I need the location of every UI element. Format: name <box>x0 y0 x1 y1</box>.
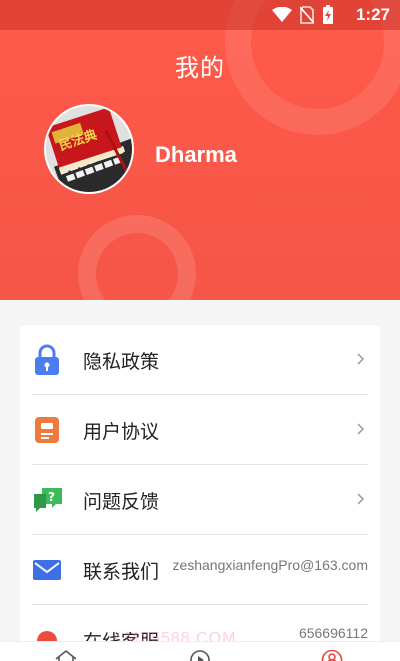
no-sim-icon <box>300 6 314 24</box>
page-title: 我的 <box>175 54 225 82</box>
play-icon[interactable] <box>188 648 212 661</box>
avatar[interactable]: 民法典 <box>44 104 134 194</box>
service-qq-number: 656696112 <box>298 625 368 641</box>
lock-icon <box>35 344 59 375</box>
menu-item-label: 隐私政策 <box>83 351 160 373</box>
menu-item-label: 问题反馈 <box>83 491 160 513</box>
wifi-icon <box>272 7 292 22</box>
menu-item-label: 用户协议 <box>83 421 160 443</box>
battery-charging-icon <box>323 5 333 24</box>
status-bar: 1:27 <box>0 0 400 30</box>
bottom-nav <box>0 641 400 661</box>
mail-icon <box>33 560 61 580</box>
svg-text:?: ? <box>48 490 55 504</box>
menu-item-user-agreement[interactable]: 用户协议 <box>32 395 368 465</box>
chevron-right-icon <box>357 493 365 505</box>
username: Dharma <box>155 142 237 167</box>
menu-card: 隐私政策 用户协议 ? 问题反馈 联系我们 zeshangxianfengPro… <box>20 325 380 661</box>
feedback-chat-icon: ? <box>34 488 62 512</box>
menu-item-contact-us[interactable]: 联系我们 zeshangxianfengPro@163.com <box>32 535 368 605</box>
profile-icon[interactable] <box>320 648 344 661</box>
menu-item-label: 联系我们 <box>83 561 160 583</box>
avatar-image: 民法典 <box>46 106 132 192</box>
chevron-right-icon <box>357 423 365 435</box>
status-time: 1:27 <box>355 5 390 24</box>
chevron-right-icon <box>357 353 365 365</box>
profile-header: 1:27 我的 民法典 Dharma <box>0 0 400 300</box>
contact-email: zeshangxianfengPro@163.com <box>172 557 368 573</box>
document-icon <box>35 417 59 443</box>
decorative-ring <box>78 215 196 300</box>
home-icon[interactable] <box>54 648 78 661</box>
menu-item-privacy-policy[interactable]: 隐私政策 <box>32 325 368 395</box>
menu-item-feedback[interactable]: ? 问题反馈 <box>32 465 368 535</box>
